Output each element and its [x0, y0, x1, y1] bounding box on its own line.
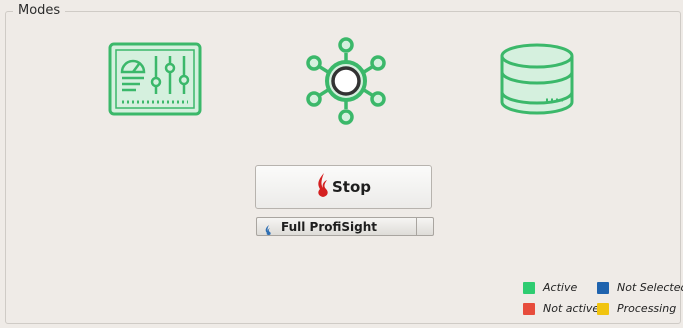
- flame-logo-icon: [316, 172, 330, 202]
- stop-button[interactable]: Stop: [255, 165, 432, 209]
- legend-label: Active: [543, 281, 578, 294]
- legend-swatch: [523, 302, 535, 315]
- modes-group-title: Modes: [13, 3, 66, 18]
- flame-small-icon: [263, 221, 273, 235]
- legend-swatch: [523, 281, 535, 294]
- database-icon[interactable]: [498, 42, 576, 116]
- legend-item-not-selected: Not Selected: [597, 281, 683, 294]
- mode-select[interactable]: Full ProfiSight: [256, 217, 434, 236]
- network-hub-icon[interactable]: [304, 37, 388, 125]
- legend-label: Not Selected: [617, 281, 683, 294]
- legend-item-not-active: Not active: [523, 302, 599, 315]
- legend-label: Not active: [543, 302, 600, 315]
- legend-item-active: Active: [523, 281, 577, 294]
- dropdown-arrow-icon[interactable]: [416, 218, 433, 235]
- stop-button-label: Stop: [331, 178, 372, 196]
- mode-select-value: Full ProfiSight: [281, 219, 378, 234]
- dashboard-icon[interactable]: [108, 42, 202, 116]
- legend-swatch: [597, 302, 609, 315]
- legend-label: Processing: [617, 302, 677, 315]
- legend-swatch: [597, 281, 609, 294]
- legend-item-processing: Processing: [597, 302, 676, 315]
